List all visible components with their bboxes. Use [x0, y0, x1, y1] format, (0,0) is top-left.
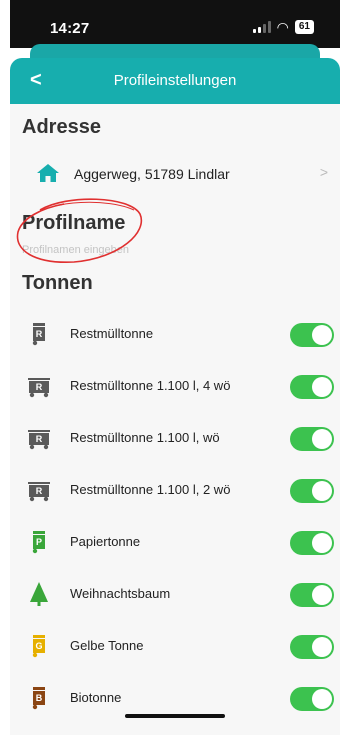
bin-letter: R: [36, 434, 43, 444]
bin-row: G Gelbe Tonne: [10, 621, 340, 673]
bin-label: Restmülltonne 1.100 l, 4 wö: [70, 378, 231, 393]
toggle-knob: [312, 429, 332, 449]
bin-toggle[interactable]: [290, 375, 334, 399]
gray-container-icon: R: [28, 378, 50, 398]
brown-bin-icon: B: [32, 687, 45, 710]
bin-toggle[interactable]: [290, 531, 334, 555]
bin-letter: B: [36, 693, 43, 703]
bin-letter: G: [35, 641, 42, 651]
bin-row: R Restmülltonne 1.100 l, wö: [10, 413, 340, 465]
toggle-knob: [312, 481, 332, 501]
toggle-knob: [312, 325, 332, 345]
home-icon: [37, 164, 59, 182]
bin-toggle[interactable]: [290, 427, 334, 451]
bin-letter: R: [36, 329, 43, 339]
address-section-title: Adresse: [22, 116, 101, 138]
green-bin-icon: P: [32, 531, 45, 554]
bin-label: Biotonne: [70, 690, 122, 705]
bin-letter: R: [36, 486, 43, 496]
bin-label: Papiertonne: [70, 534, 141, 549]
address-row[interactable]: Aggerweg, 51789 Lindlar >: [10, 150, 340, 194]
signal-icon: [252, 21, 271, 33]
chevron-right-icon: >: [319, 164, 328, 180]
yellow-bin-icon: G: [32, 635, 45, 658]
status-icons: ◠ 61: [252, 19, 314, 35]
wifi-icon: ◠: [276, 19, 289, 35]
page-title: Profileinstellungen: [113, 72, 237, 89]
settings-content: Adresse Aggerweg, 51789 Lindlar > Profil…: [10, 104, 340, 735]
bin-label: Weihnachtsbaum: [70, 586, 171, 601]
bin-letter: R: [36, 382, 43, 392]
bin-label: Restmülltonne 1.100 l, wö: [70, 430, 220, 445]
toggle-knob: [312, 533, 332, 553]
bin-toggle[interactable]: [290, 479, 334, 503]
bin-label: Gelbe Tonne: [70, 638, 144, 653]
bin-toggle[interactable]: [290, 583, 334, 607]
toggle-knob: [312, 377, 332, 397]
gray-bin-icon: R: [32, 323, 45, 346]
battery-icon: 61: [294, 20, 314, 34]
bin-toggle[interactable]: [290, 635, 334, 659]
annotation-circle: [16, 198, 143, 263]
bin-row: Weihnachtsbaum: [10, 569, 340, 621]
toggle-knob: [312, 585, 332, 605]
bin-label: Restmülltonne 1.100 l, 2 wö: [70, 482, 231, 497]
gray-container-icon: R: [28, 482, 50, 502]
phone-screen: 14:27 ◠ 61 < Profileinstellungen Adresse…: [10, 0, 340, 735]
toggle-knob: [312, 637, 332, 657]
bin-row: R Restmülltonne 1.100 l, 2 wö: [10, 465, 340, 517]
status-bar: 14:27 ◠ 61: [10, 0, 340, 48]
bin-row: R Restmülltonne: [10, 309, 340, 361]
header-bar: < Profileinstellungen: [10, 58, 340, 104]
bin-toggle[interactable]: [290, 687, 334, 711]
bin-label: Restmülltonne: [70, 326, 154, 341]
status-time: 14:27: [50, 20, 90, 37]
bins-section-title: Tonnen: [22, 272, 93, 294]
bin-row: P Papiertonne: [10, 517, 340, 569]
bin-row: R Restmülltonne 1.100 l, 4 wö: [10, 361, 340, 413]
home-indicator: [125, 714, 225, 718]
gray-container-icon: R: [28, 430, 50, 450]
bin-letter: P: [36, 537, 42, 547]
toggle-knob: [312, 689, 332, 709]
christmas-tree-icon: [30, 582, 48, 606]
address-value: Aggerweg, 51789 Lindlar: [74, 166, 230, 182]
bin-toggle[interactable]: [290, 323, 334, 347]
